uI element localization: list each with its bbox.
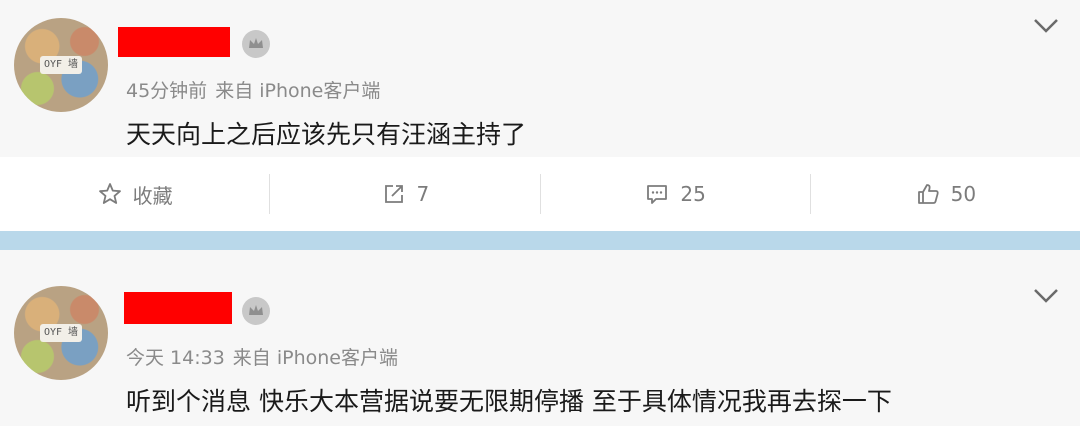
post-content: 天天向上之后应该先只有汪涵主持了 [126,120,527,149]
favorite-label: 收藏 [132,183,173,208]
section-divider [0,231,1080,250]
crown-badge-icon[interactable] [242,30,270,58]
avatar-tag: OYF 墙 [40,56,82,74]
post-time: 45分钟前 [126,80,208,102]
comment-button[interactable]: 25 [539,174,810,214]
avatar[interactable]: OYF 墙 [14,286,108,380]
comment-count: 25 [680,182,706,206]
crown-badge-icon[interactable] [242,297,270,325]
post-source[interactable]: 来自 iPhone客户端 [233,347,398,369]
star-outline-icon [98,183,121,204]
repost-count: 7 [416,182,430,206]
like-button[interactable]: 50 [809,174,1080,214]
like-count: 50 [950,182,977,206]
avatar[interactable]: OYF 墙 [14,18,108,112]
post-action-bar: 收藏 7 25 50 [0,157,1080,231]
thumbs-up-icon [917,184,939,204]
post-time: 今天 14:33 [126,347,225,369]
chevron-down-icon[interactable] [1033,288,1059,304]
post-card-2: OYF 墙 今天 14:33 来自 iPhone客户端 听到个消息 快乐大本营据说… [0,250,1080,426]
post-source[interactable]: 来自 iPhone客户端 [215,80,380,102]
post-content: 听到个消息 快乐大本营据说要无限期停播 至于具体情况我再去探一下 [126,387,892,416]
share-arrow-icon [384,185,403,203]
favorite-button[interactable]: 收藏 [0,174,269,214]
redacted-username[interactable] [118,27,230,57]
redacted-username[interactable] [124,292,232,324]
post-card-1: OYF 墙 45分钟前 来自 iPhone客户端 天天向上之后应该先只有汪涵主持了 [0,0,1080,157]
comment-icon [647,185,668,204]
chevron-down-icon[interactable] [1033,18,1059,34]
repost-button[interactable]: 7 [269,174,539,214]
post-meta: 今天 14:33 来自 iPhone客户端 [126,343,406,370]
post-meta: 45分钟前 来自 iPhone客户端 [126,76,388,103]
avatar-tag: OYF 墙 [40,324,82,342]
